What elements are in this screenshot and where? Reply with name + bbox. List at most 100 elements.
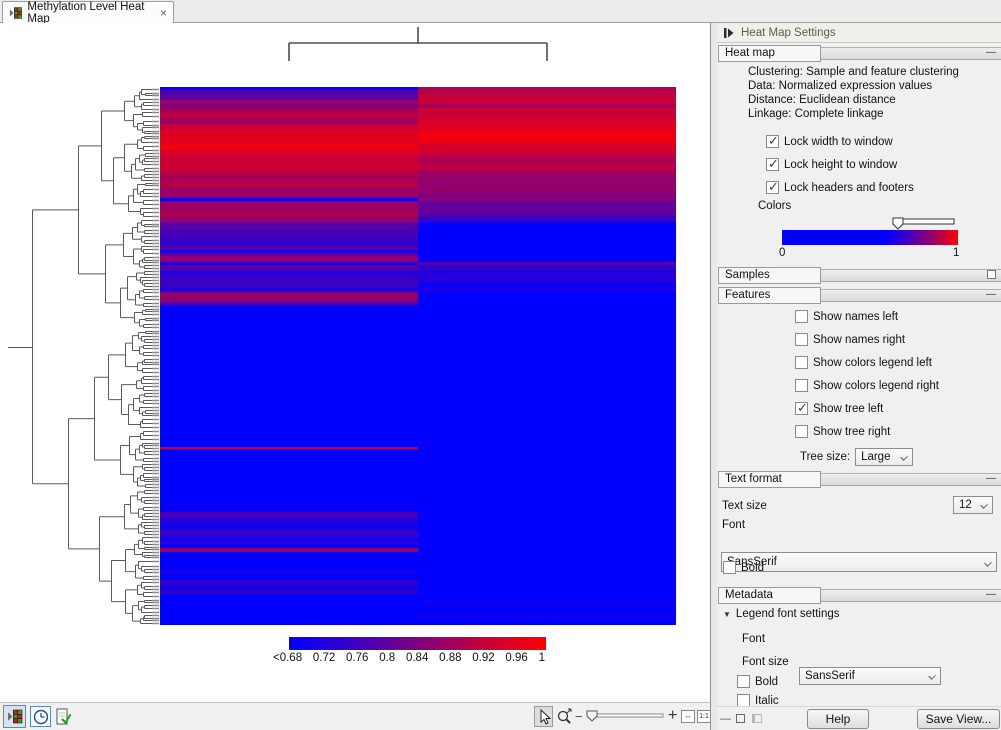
one-to-one-button[interactable]: 1:1: [697, 710, 711, 723]
show-names-right-checkbox[interactable]: [795, 333, 808, 346]
text-size-value: 12: [959, 499, 972, 511]
tick-label: 0.96: [505, 652, 527, 664]
collapse-section-icon[interactable]: —: [986, 45, 996, 60]
chevron-down-icon: [980, 501, 988, 509]
section-header-heat-map[interactable]: Heat map —: [717, 45, 1001, 62]
checkbox-label: Show names right: [813, 334, 905, 346]
fit-width-icon: ↔: [685, 713, 692, 720]
tick-label: 1: [539, 652, 545, 664]
checkbox-label: Show colors legend right: [813, 380, 939, 392]
section-strip: [820, 589, 1001, 602]
color-gradient-bar[interactable]: [782, 230, 958, 245]
tree-size-row: Tree size: Large: [800, 448, 913, 466]
tree-size-dropdown[interactable]: Large: [855, 448, 913, 466]
checkbox-label: Show colors legend left: [813, 357, 932, 369]
feature-dendrogram: [0, 87, 160, 625]
tick-label: 0.88: [439, 652, 461, 664]
panel-splitter[interactable]: [710, 23, 717, 730]
settings-panel-title: Heat Map Settings: [741, 27, 836, 39]
lock-height-row: Lock height to window: [766, 158, 897, 171]
info-distance: Distance: Euclidean distance: [748, 94, 896, 106]
collapse-section-icon[interactable]: —: [986, 471, 996, 486]
tick-label: <0.68: [273, 652, 302, 664]
collapse-section-icon[interactable]: —: [986, 287, 996, 302]
section-header-samples[interactable]: Samples: [717, 267, 1001, 284]
lock-height-checkbox[interactable]: [766, 158, 779, 171]
section-header-metadata[interactable]: Metadata —: [717, 587, 1001, 604]
element-info-view-button[interactable]: [53, 706, 74, 727]
zoom-in-button[interactable]: +: [668, 707, 677, 725]
legend-bold-row: Bold: [737, 675, 778, 688]
section-title: Samples: [718, 267, 821, 284]
scale-min-label: 0: [779, 247, 785, 259]
show-names-left-checkbox[interactable]: [795, 310, 808, 323]
show-tree-right-checkbox[interactable]: [795, 425, 808, 438]
heatmap-view-button[interactable]: [3, 705, 26, 728]
tab-close-icon[interactable]: ×: [160, 8, 167, 18]
legend-font-label: Font: [742, 633, 765, 645]
tab-methylation-heat-map[interactable]: Methylation Level Heat Map ×: [2, 1, 174, 23]
info-clustering: Clustering: Sample and feature clusterin…: [748, 66, 959, 78]
bold-checkbox[interactable]: [723, 561, 736, 574]
lock-headers-row: Lock headers and footers: [766, 181, 914, 194]
minimize-panel-icon[interactable]: —: [720, 713, 731, 725]
chevron-down-icon: [928, 672, 936, 680]
info-data: Data: Normalized expression values: [748, 80, 932, 92]
section-header-text-format[interactable]: Text format —: [717, 471, 1001, 488]
fit-width-button[interactable]: ↔: [681, 710, 695, 723]
magnifier-icon: [556, 708, 573, 725]
disclosure-triangle-icon: ▼: [723, 610, 731, 619]
settings-panel: Heat Map Settings Heat map — Clustering:…: [717, 23, 1001, 730]
show-names-right-row: Show names right: [795, 333, 905, 346]
color-range-handles[interactable]: [777, 217, 977, 230]
bold-row: Bold: [723, 561, 764, 574]
legend-font-value: SansSerif: [805, 670, 855, 682]
checkbox-label: Lock width to window: [784, 136, 893, 148]
legend-font-size-label: Font size: [742, 656, 789, 668]
collapse-panel-icon[interactable]: [724, 28, 734, 38]
tree-size-label: Tree size:: [800, 451, 850, 463]
view-toolbar: − + ↔ 1:1: [0, 702, 711, 730]
collapse-section-icon[interactable]: —: [986, 587, 996, 602]
section-strip: [820, 269, 1001, 282]
pan-cursor-tool[interactable]: [534, 706, 553, 727]
dock-panel-icon: [752, 714, 762, 723]
show-colors-legend-right-checkbox[interactable]: [795, 379, 808, 392]
lock-width-checkbox[interactable]: [766, 135, 779, 148]
tab-title: Methylation Level Heat Map: [27, 1, 155, 25]
text-size-dropdown[interactable]: 12: [953, 496, 993, 514]
checkbox-label: Bold: [741, 562, 764, 574]
tick-label: 0.92: [472, 652, 494, 664]
info-linkage: Linkage: Complete linkage: [748, 108, 884, 120]
show-colors-legend-left-row: Show colors legend left: [795, 356, 932, 369]
legend-bold-checkbox[interactable]: [737, 675, 750, 688]
maximize-panel-icon[interactable]: [736, 714, 745, 723]
lock-headers-checkbox[interactable]: [766, 181, 779, 194]
checkbox-label: Show names left: [813, 311, 898, 323]
show-colors-legend-left-checkbox[interactable]: [795, 356, 808, 369]
colors-label: Colors: [758, 200, 791, 212]
heatmap-view: Met_lev_track_demo1 Met_lev_track_demo2 …: [0, 23, 711, 702]
heatmap-canvas[interactable]: [160, 87, 676, 625]
tick-label: 0.8: [379, 652, 395, 664]
checkbox-label: Bold: [755, 676, 778, 688]
zoom-slider[interactable]: [585, 708, 665, 724]
zoom-out-button[interactable]: −: [575, 709, 583, 724]
checkbox-label: Lock height to window: [784, 159, 897, 171]
zoom-tool[interactable]: [555, 706, 574, 727]
tick-label: 0.84: [406, 652, 428, 664]
legend-font-dropdown[interactable]: SansSerif: [799, 667, 941, 685]
help-button[interactable]: Help: [807, 709, 869, 729]
save-view-button[interactable]: Save View...: [917, 709, 1000, 729]
section-header-features[interactable]: Features —: [717, 287, 1001, 304]
text-size-label: Text size: [722, 500, 767, 512]
checkbox-label: Lock headers and footers: [784, 182, 914, 194]
section-title: Heat map: [718, 45, 821, 62]
checkbox-label: Italic: [755, 695, 779, 707]
scale-max-label: 1: [953, 247, 959, 259]
show-names-left-row: Show names left: [795, 310, 898, 323]
history-view-button[interactable]: [30, 706, 51, 727]
show-tree-left-checkbox[interactable]: [795, 402, 808, 415]
legend-font-settings-header[interactable]: ▼ Legend font settings: [723, 608, 840, 620]
expand-section-icon[interactable]: [987, 270, 996, 279]
